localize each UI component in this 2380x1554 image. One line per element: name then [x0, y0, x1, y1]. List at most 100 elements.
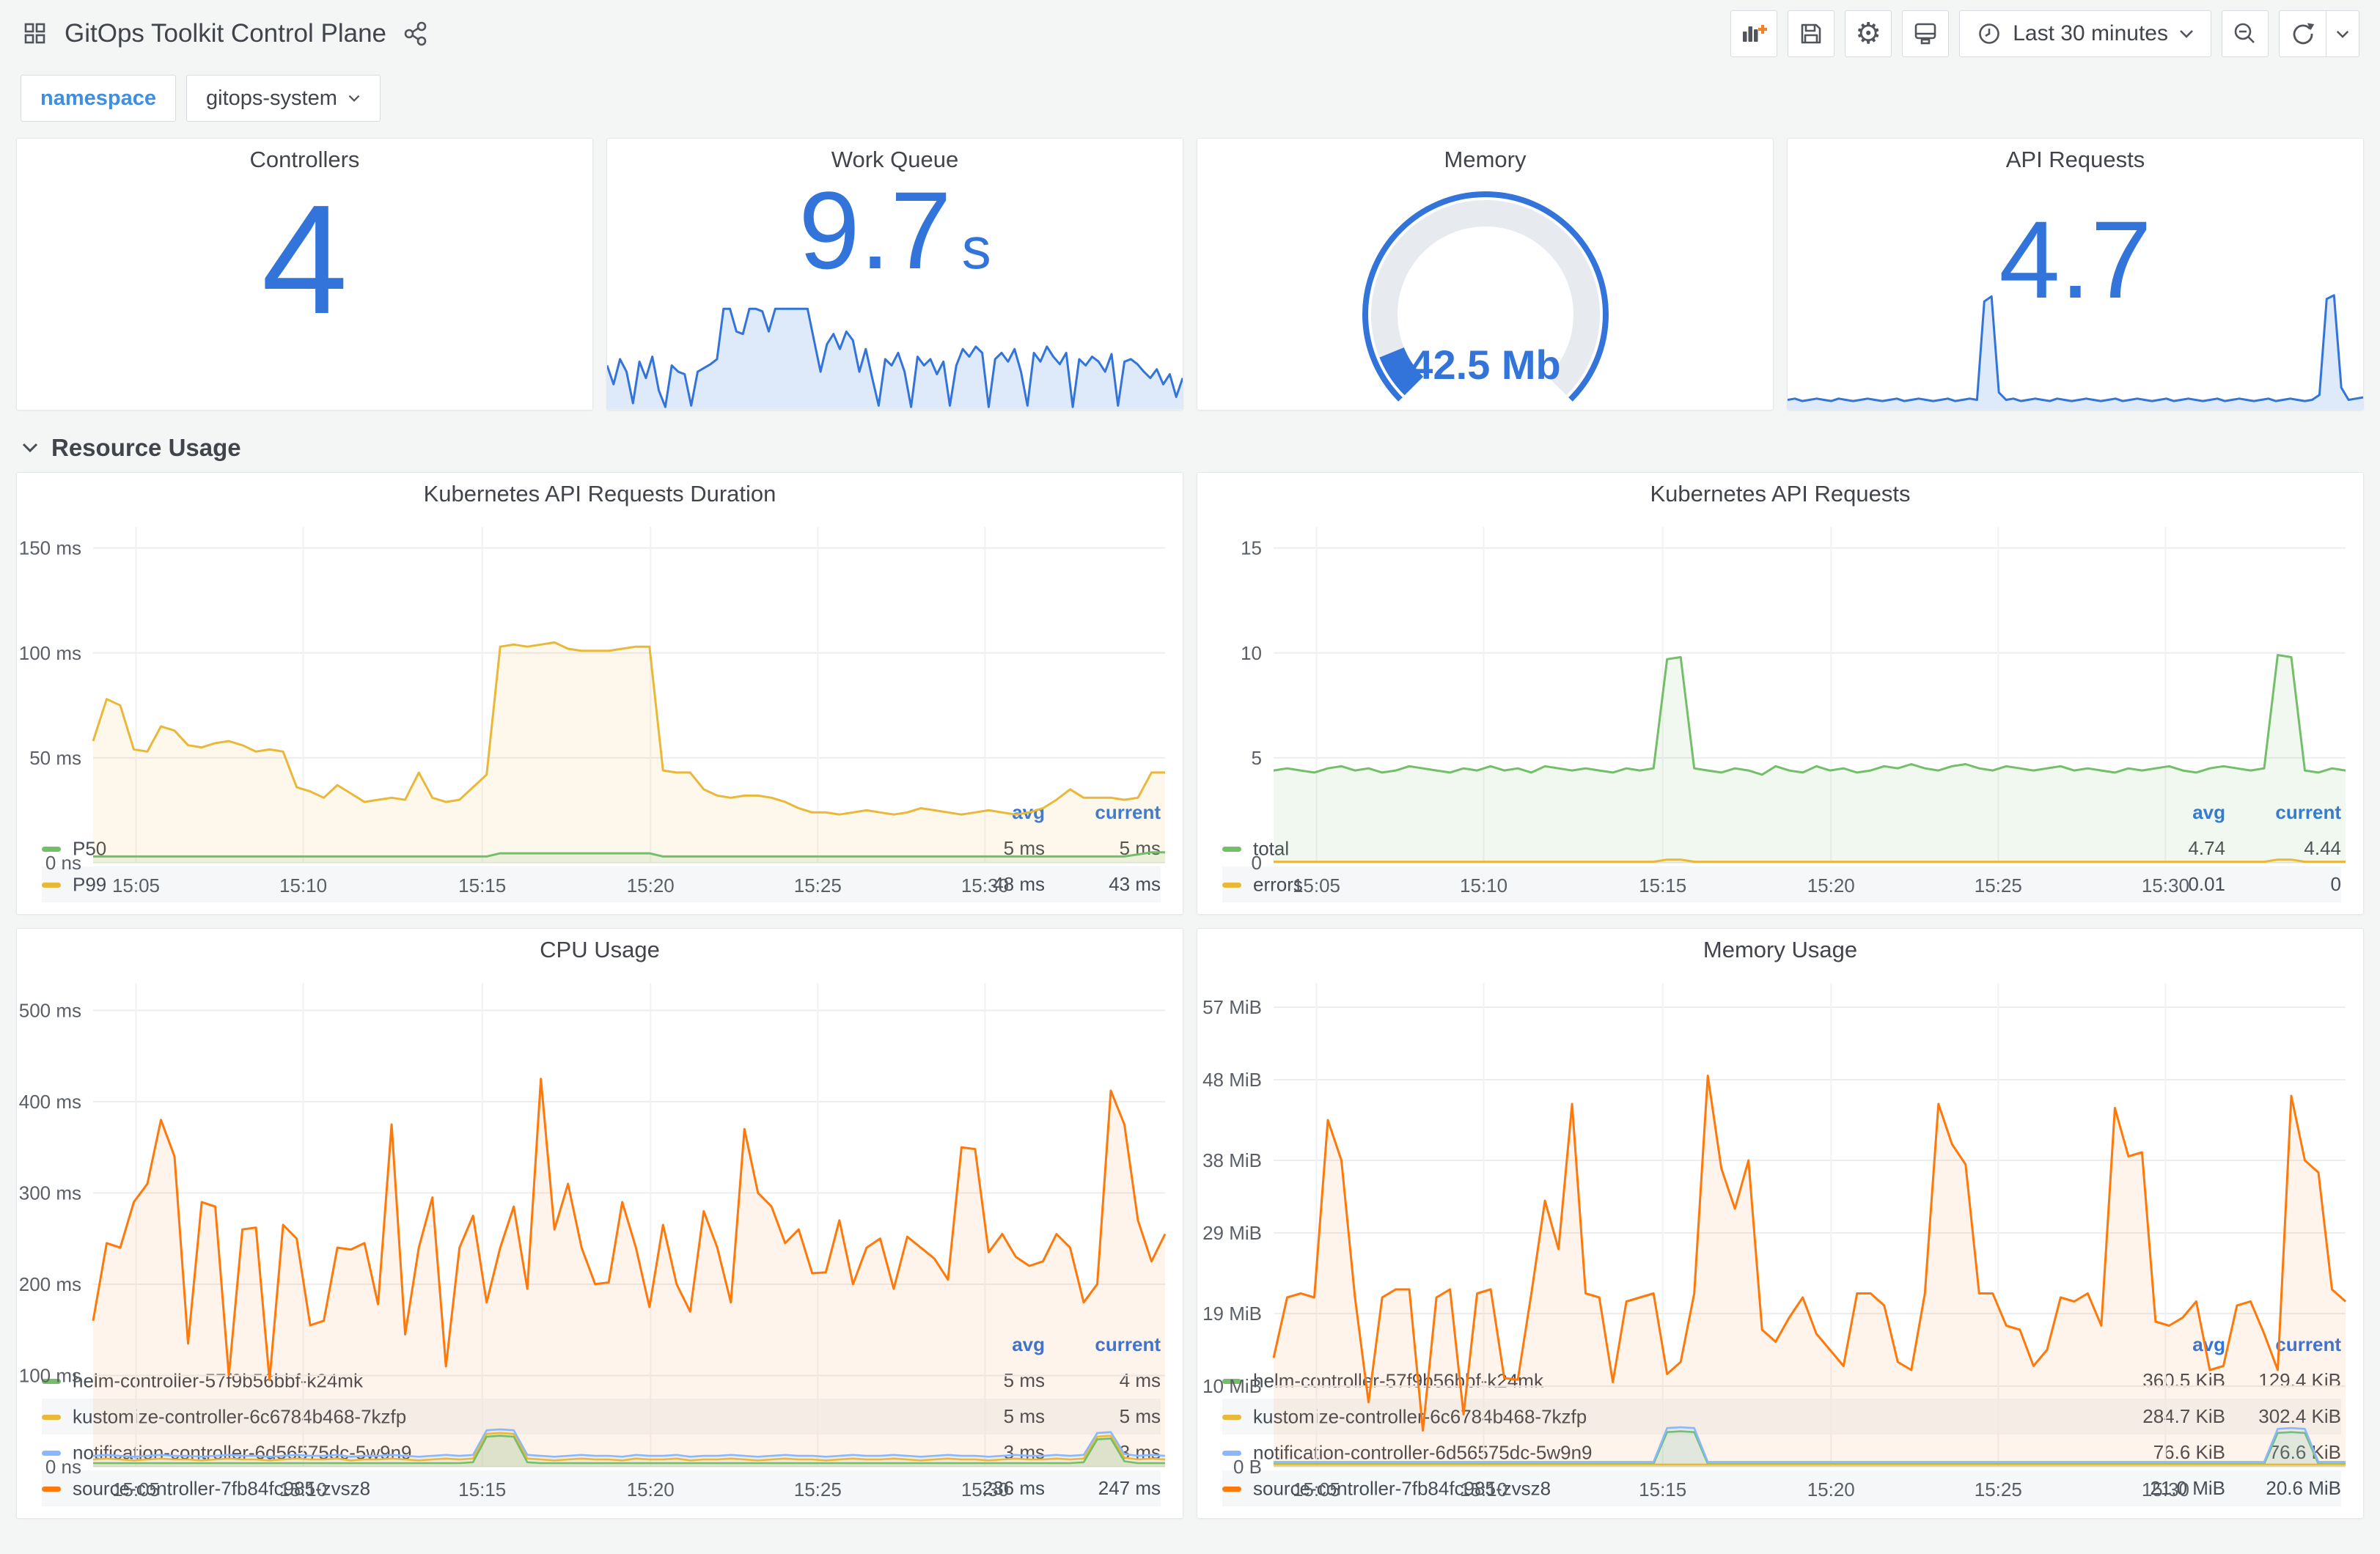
- svg-text:400 ms: 400 ms: [19, 1091, 81, 1113]
- svg-text:15:05: 15:05: [112, 874, 160, 896]
- api-requests-value: 4.7: [1999, 197, 2152, 321]
- svg-text:100 ms: 100 ms: [19, 642, 81, 664]
- svg-text:15:15: 15:15: [1639, 874, 1686, 896]
- svg-text:100 ms: 100 ms: [19, 1364, 81, 1386]
- svg-text:15:30: 15:30: [961, 874, 1009, 896]
- dashboard-header: GitOps Toolkit Control Plane ⚙ Last 30 m…: [16, 0, 2364, 67]
- timeseries-svg: 0 5 10 15 15:05 15:10 15:15 15:20 15:25 15:30: [1241, 527, 2346, 896]
- panel-title[interactable]: Memory Usage: [1197, 929, 2363, 971]
- variable-namespace-select[interactable]: gitops-system: [186, 75, 381, 122]
- svg-text:15:30: 15:30: [2142, 874, 2189, 896]
- svg-text:48 MiB: 48 MiB: [1202, 1069, 1262, 1091]
- panel-controllers: Controllers 4: [16, 138, 593, 410]
- svg-text:0: 0: [1252, 852, 1262, 874]
- panel-title[interactable]: Kubernetes API Requests: [1197, 473, 2363, 515]
- work-queue-value: 9.7: [798, 169, 952, 292]
- dashboard-grid-icon: [21, 19, 50, 48]
- svg-text:500 ms: 500 ms: [19, 999, 81, 1021]
- svg-text:15:25: 15:25: [794, 1478, 842, 1500]
- timeseries-svg: 0 B 10 MiB 19 MiB 29 MiB 38 MiB 48 MiB 57 MiB 1…: [1202, 983, 2346, 1500]
- chevron-down-icon: [22, 443, 38, 453]
- svg-text:15:30: 15:30: [2142, 1478, 2189, 1500]
- svg-text:15:05: 15:05: [1293, 874, 1340, 896]
- svg-text:0 ns: 0 ns: [45, 852, 81, 874]
- panel-title[interactable]: Kubernetes API Requests Duration: [17, 473, 1183, 515]
- chart-area: 0 5 10 15 15:05 15:10 15:15 15:20 15:25 15:30: [1197, 515, 2363, 896]
- time-range-label: Last 30 minutes: [2013, 21, 2168, 45]
- save-dashboard-button[interactable]: [1788, 10, 1835, 57]
- svg-text:15:10: 15:10: [1460, 874, 1507, 896]
- svg-text:150 ms: 150 ms: [19, 537, 81, 559]
- svg-text:15:30: 15:30: [961, 1478, 1009, 1500]
- chart-area: 0 B 10 MiB 19 MiB 29 MiB 38 MiB 48 MiB 57 MiB 1…: [1197, 971, 2363, 1500]
- svg-text:15:15: 15:15: [458, 874, 506, 896]
- controllers-value: 4: [261, 172, 348, 346]
- timeseries-svg: 0 ns 100 ms 200 ms 300 ms 400 ms 500 ms 15:05 1…: [19, 983, 1167, 1500]
- svg-text:38 MiB: 38 MiB: [1202, 1149, 1262, 1171]
- add-panel-button[interactable]: [1730, 10, 1778, 57]
- svg-text:50 ms: 50 ms: [29, 747, 81, 769]
- svg-text:19 MiB: 19 MiB: [1202, 1303, 1262, 1325]
- chevron-down-icon: [2180, 30, 2193, 38]
- panel-title[interactable]: CPU Usage: [17, 929, 1183, 971]
- svg-text:15:10: 15:10: [1460, 1478, 1507, 1500]
- svg-text:10: 10: [1241, 642, 1262, 664]
- timeseries-row-2: CPU Usage 0 ns 100 ms 200 ms 300 ms 400 ms 50…: [16, 928, 2364, 1519]
- svg-text:29 MiB: 29 MiB: [1202, 1222, 1262, 1244]
- panel-memory-usage: Memory Usage 0 B 10 MiB 19 MiB 29 MiB 38 MiB…: [1197, 928, 2364, 1519]
- zoom-out-button[interactable]: [2222, 10, 2269, 57]
- svg-text:15:05: 15:05: [1293, 1478, 1340, 1500]
- svg-text:15:15: 15:15: [1639, 1478, 1686, 1500]
- svg-text:15:25: 15:25: [1975, 874, 2022, 896]
- svg-text:0 ns: 0 ns: [45, 1456, 81, 1478]
- panel-api-requests: API Requests 4.7: [1787, 138, 2364, 410]
- svg-text:200 ms: 200 ms: [19, 1273, 81, 1295]
- panel-memory: Memory 42.5 Mb: [1197, 138, 1774, 410]
- work-queue-unit: s: [961, 216, 991, 281]
- chart-area: 0 ns 50 ms 100 ms 150 ms 15:05 15:10 15:15 15:2…: [17, 515, 1183, 896]
- svg-text:10 MiB: 10 MiB: [1202, 1375, 1262, 1397]
- panel-work-queue: Work Queue 9.7 s: [606, 138, 1183, 410]
- svg-text:15:10: 15:10: [279, 1478, 327, 1500]
- chevron-down-icon: [2336, 30, 2349, 38]
- svg-text:15:20: 15:20: [1807, 1478, 1855, 1500]
- svg-text:15:20: 15:20: [1807, 874, 1855, 896]
- section-title: Resource Usage: [51, 434, 241, 461]
- timeseries-row-1: Kubernetes API Requests Duration 0 ns 50 …: [16, 472, 2364, 915]
- svg-text:15:20: 15:20: [627, 1478, 675, 1500]
- svg-text:15:20: 15:20: [627, 874, 675, 896]
- stats-row: Controllers 4 Work Queue 9.7 s Memory 42…: [16, 138, 2364, 410]
- variables-submenu: namespace gitops-system: [16, 67, 2364, 138]
- svg-text:300 ms: 300 ms: [19, 1182, 81, 1204]
- chart-area: 0 ns 100 ms 200 ms 300 ms 400 ms 500 ms 15:05 1…: [17, 971, 1183, 1500]
- clock-icon: [1979, 23, 2000, 44]
- panel-k8s-api-requests: Kubernetes API Requests 0 5 10 15 15:05 15:10…: [1197, 472, 2364, 915]
- variable-namespace-value: gitops-system: [206, 86, 337, 110]
- dashboard-settings-button[interactable]: ⚙: [1845, 10, 1892, 57]
- svg-text:15:05: 15:05: [112, 1478, 160, 1500]
- chevron-down-icon: [348, 95, 360, 102]
- svg-text:15:25: 15:25: [1975, 1478, 2022, 1500]
- svg-text:15: 15: [1241, 537, 1262, 559]
- refresh-button[interactable]: [2279, 10, 2326, 57]
- svg-text:5: 5: [1252, 747, 1262, 769]
- variable-namespace-label: namespace: [21, 75, 176, 122]
- svg-text:42.5 Mb: 42.5 Mb: [1410, 342, 1560, 388]
- cycle-view-button[interactable]: [1902, 10, 1950, 57]
- svg-text:15:25: 15:25: [794, 874, 842, 896]
- svg-text:57 MiB: 57 MiB: [1202, 996, 1262, 1018]
- share-icon[interactable]: [403, 20, 430, 48]
- svg-text:0 B: 0 B: [1233, 1456, 1262, 1478]
- panel-cpu-usage: CPU Usage 0 ns 100 ms 200 ms 300 ms 400 ms 50…: [16, 928, 1183, 1519]
- refresh-interval-dropdown[interactable]: [2326, 10, 2359, 57]
- dashboard-toolbar: ⚙ Last 30 minutes: [1730, 10, 2359, 57]
- timeseries-svg: 0 ns 50 ms 100 ms 150 ms 15:05 15:10 15:15 15:2…: [19, 527, 1165, 896]
- panel-k8s-api-requests-duration: Kubernetes API Requests Duration 0 ns 50 …: [16, 472, 1183, 915]
- section-resource-usage[interactable]: Resource Usage: [16, 424, 2364, 472]
- page-title: GitOps Toolkit Control Plane: [65, 19, 387, 48]
- dashboard-page: GitOps Toolkit Control Plane ⚙ Last 30 m…: [0, 0, 2380, 1535]
- time-range-picker[interactable]: Last 30 minutes: [1959, 10, 2211, 57]
- refresh-split-button: [2279, 10, 2359, 57]
- gear-icon: ⚙: [1855, 18, 1882, 50]
- memory-gauge: 42.5 Mb: [1197, 177, 1773, 405]
